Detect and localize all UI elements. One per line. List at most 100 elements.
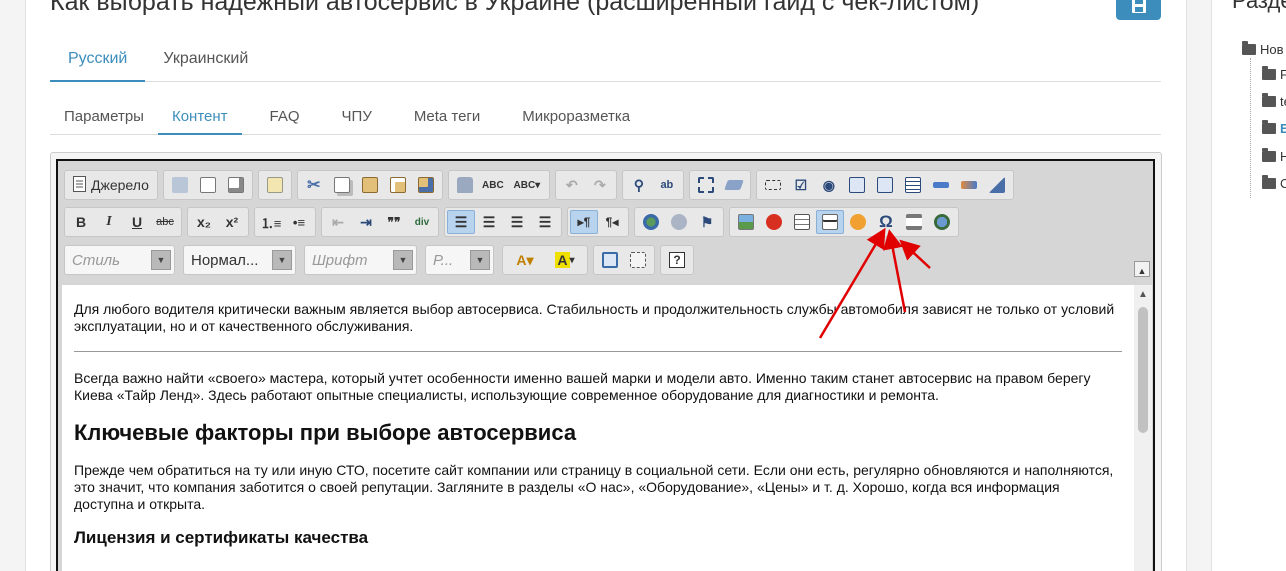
source-button[interactable]: Джерело <box>67 173 155 197</box>
align-right-icon: ☰ <box>510 213 524 230</box>
bold-button[interactable]: B <box>67 210 95 234</box>
button-field-button[interactable] <box>927 173 955 197</box>
align-left-button[interactable]: ☰ <box>447 210 475 234</box>
ltr-button[interactable]: ▸¶ <box>570 210 598 234</box>
form-button[interactable] <box>759 173 787 197</box>
bg-color-button[interactable]: A ▾ <box>545 248 585 272</box>
smiley-button[interactable] <box>844 210 872 234</box>
hidden-field-button[interactable] <box>983 173 1011 197</box>
copy-button[interactable] <box>328 173 356 197</box>
select-all-button[interactable] <box>692 173 720 197</box>
preview-button[interactable] <box>222 173 250 197</box>
font-select-value: Шрифт <box>312 251 368 269</box>
radio-icon: ◉ <box>822 176 835 193</box>
save-doc-button[interactable] <box>166 173 194 197</box>
blockquote-button[interactable]: ❞❞ <box>380 210 408 234</box>
font-select[interactable]: Шрифт ▼ <box>304 245 417 275</box>
save-button[interactable] <box>1116 0 1161 20</box>
scroll-up-icon[interactable]: ▲ <box>1138 289 1148 300</box>
print-button[interactable] <box>451 173 479 197</box>
special-char-button[interactable]: Ω <box>872 210 900 234</box>
paste-text-icon <box>389 177 406 193</box>
flash-button[interactable] <box>760 210 788 234</box>
italic-button[interactable]: I <box>95 210 123 234</box>
templates-button[interactable] <box>261 173 289 197</box>
maximize-button[interactable] <box>596 248 624 272</box>
format-select[interactable]: Нормал... ▼ <box>183 245 296 275</box>
find-button[interactable]: ⚲ <box>625 173 653 197</box>
undo-button[interactable]: ↶ <box>558 173 586 197</box>
style-select[interactable]: Стиль ▼ <box>64 245 175 275</box>
bulleted-list-icon: •≡ <box>292 214 306 230</box>
tree-item-active[interactable]: E <box>1262 120 1286 136</box>
page-break-button[interactable] <box>900 210 928 234</box>
tree-item[interactable]: С <box>1262 175 1286 191</box>
about-button[interactable]: ? <box>663 248 691 272</box>
align-right-button[interactable]: ☰ <box>503 210 531 234</box>
section-tabs: Параметры Контент FAQ ЧПУ Meta теги Микр… <box>50 100 1161 135</box>
tree-item[interactable]: F <box>1262 66 1286 82</box>
indent-button[interactable]: ⇥ <box>352 210 380 234</box>
align-center-icon: ☰ <box>482 213 496 230</box>
horizontal-line-button[interactable] <box>816 210 844 234</box>
tab-meta-tags[interactable]: Meta теги <box>400 100 494 135</box>
iframe-button[interactable] <box>928 210 956 234</box>
numbered-list-button[interactable]: ⒈≡ <box>257 210 285 234</box>
table-button[interactable] <box>788 210 816 234</box>
rtl-button[interactable]: ¶◂ <box>598 210 626 234</box>
tree-guide <box>1250 58 1251 198</box>
textarea-button[interactable] <box>871 173 899 197</box>
link-button[interactable] <box>637 210 665 234</box>
spellcheck-button[interactable]: ABC <box>479 173 507 197</box>
redo-button[interactable]: ↷ <box>586 173 614 197</box>
folder-open-icon <box>1262 120 1276 134</box>
image-button[interactable] <box>732 210 760 234</box>
subscript-button[interactable]: x₂ <box>190 210 218 234</box>
tree-item[interactable]: Н <box>1262 148 1286 164</box>
tree-item-label: te <box>1280 94 1286 109</box>
paste-word-button[interactable] <box>412 173 440 197</box>
editor-scrollbar[interactable]: ▲ <box>1134 285 1152 571</box>
outdent-button[interactable]: ⇤ <box>324 210 352 234</box>
align-justify-button[interactable]: ☰ <box>531 210 559 234</box>
spellcheck-dropdown-button[interactable]: ABC▾ <box>507 173 547 197</box>
bulleted-list-button[interactable]: •≡ <box>285 210 313 234</box>
tab-chpu[interactable]: ЧПУ <box>328 100 386 135</box>
text-color-button[interactable]: A▾ <box>505 248 545 272</box>
tab-parameters[interactable]: Параметры <box>50 100 158 135</box>
tree-item[interactable]: te <box>1262 93 1286 109</box>
cut-button[interactable]: ✂ <box>300 173 328 197</box>
left-gutter <box>0 0 26 571</box>
select-field-button[interactable] <box>899 173 927 197</box>
paste-button[interactable] <box>356 173 384 197</box>
scroll-thumb[interactable] <box>1138 307 1148 433</box>
paste-text-button[interactable] <box>384 173 412 197</box>
tab-microdata[interactable]: Микроразметка <box>508 100 644 135</box>
remove-format-button[interactable] <box>720 173 748 197</box>
superscript-button[interactable]: x² <box>218 210 246 234</box>
anchor-button[interactable]: ⚑ <box>693 210 721 234</box>
tab-faq[interactable]: FAQ <box>256 100 314 135</box>
radio-button[interactable]: ◉ <box>815 173 843 197</box>
toolbar-collapse-button[interactable]: ▲ <box>1134 261 1150 277</box>
tab-russian[interactable]: Русский <box>50 42 146 82</box>
checkbox-button[interactable]: ☑ <box>787 173 815 197</box>
div-container-button[interactable]: div <box>408 210 436 234</box>
unlink-button[interactable] <box>665 210 693 234</box>
help-icon: ? <box>669 252 685 268</box>
show-blocks-button[interactable] <box>624 248 652 272</box>
tree-root[interactable]: Нов <box>1242 41 1284 57</box>
tab-content[interactable]: Контент <box>157 100 242 135</box>
image-button-button[interactable] <box>955 173 983 197</box>
size-select[interactable]: Р... ▼ <box>425 245 494 275</box>
style-select-value: Стиль <box>72 251 121 269</box>
tab-ukrainian[interactable]: Украинский <box>145 42 266 82</box>
underline-button[interactable]: U <box>123 210 151 234</box>
textfield-button[interactable] <box>843 173 871 197</box>
new-page-button[interactable] <box>194 173 222 197</box>
replace-button[interactable]: ab <box>653 173 681 197</box>
content-paragraph: Прежде чем обратиться на ту или иную СТО… <box>74 462 1114 512</box>
align-center-button[interactable]: ☰ <box>475 210 503 234</box>
editor-content[interactable]: Для любого водителя критически важным яв… <box>62 285 1134 571</box>
strikethrough-button[interactable]: abc <box>151 210 179 234</box>
